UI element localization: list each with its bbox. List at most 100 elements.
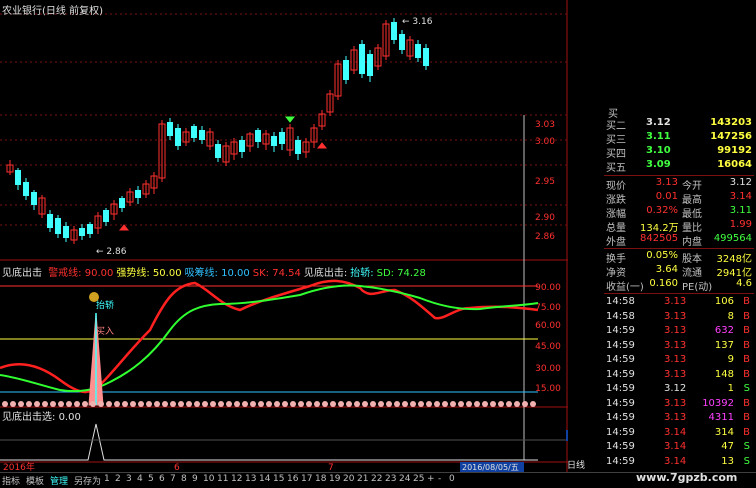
tab-page--[interactable]: - xyxy=(438,474,441,484)
trade-direction: B xyxy=(743,339,750,351)
stat-label: 量比 xyxy=(682,223,702,234)
tab-manage[interactable]: 管理 xyxy=(50,474,68,487)
signal-dot xyxy=(330,401,336,407)
signal-arrow-icon xyxy=(316,142,328,149)
orderbook-price: 3.11 xyxy=(646,131,671,142)
stat-value: 4.6 xyxy=(736,278,752,289)
signal-dot xyxy=(354,401,360,407)
candle-body xyxy=(87,224,93,234)
candle-body xyxy=(79,228,85,236)
stat-value: 842505 xyxy=(640,233,679,244)
watermark: www.7gpzb.com xyxy=(636,471,738,484)
trade-direction: B xyxy=(743,310,750,322)
tab-page-25[interactable]: 25 xyxy=(413,474,424,484)
indicator1-item: SD: 74.28 xyxy=(376,268,426,279)
tab-page-3[interactable]: 3 xyxy=(126,474,132,484)
stat-value: 134.2万 xyxy=(640,223,679,234)
signal-dot xyxy=(410,401,416,407)
tab-page-20[interactable]: 20 xyxy=(343,474,354,484)
tab-page-12[interactable]: 12 xyxy=(231,474,242,484)
chart-area[interactable]: ← 3.16 ← 2.86 3.03 3.00 2.95 2.90 2.86 90.00 75.… xyxy=(0,0,594,473)
indicator1-tick-label: 30.00 xyxy=(535,364,561,374)
trade-volume: 314 xyxy=(714,426,734,438)
tab-page-1[interactable]: 1 xyxy=(104,474,110,484)
stat-value: 0.01 xyxy=(655,191,678,202)
trade-direction: B xyxy=(743,354,750,365)
tab-page-7[interactable]: 7 xyxy=(170,474,176,484)
trade-direction: B xyxy=(743,296,750,307)
signal-dot xyxy=(50,401,56,407)
signal-dot xyxy=(362,401,368,407)
indicator1-item: SK: 74.54 xyxy=(252,268,301,279)
signal-dot xyxy=(378,401,384,407)
tab-page-13[interactable]: 13 xyxy=(245,474,256,484)
candle-body xyxy=(391,22,397,40)
tab-page-5[interactable]: 5 xyxy=(148,474,154,484)
indicator2-name: 见底出击选 xyxy=(2,412,52,423)
tab-page-6[interactable]: 6 xyxy=(159,474,165,484)
tab-page-0[interactable]: 0 xyxy=(449,474,455,484)
signal-dot xyxy=(186,401,192,407)
tab-page-17[interactable]: 17 xyxy=(301,474,312,484)
signal-dot xyxy=(106,401,112,407)
orderbook-label: 买四 xyxy=(606,149,626,160)
tab-page-8[interactable]: 8 xyxy=(181,474,187,484)
tab-page-19[interactable]: 19 xyxy=(329,474,340,484)
signal-dot xyxy=(282,401,288,407)
tab-page-10[interactable]: 10 xyxy=(203,474,214,484)
signal-dot xyxy=(498,401,504,407)
tab-page-16[interactable]: 16 xyxy=(287,474,298,484)
tab-page-+[interactable]: + xyxy=(427,474,435,484)
candle-body xyxy=(175,128,181,146)
indicator1-item: 抬轿: xyxy=(350,268,374,279)
indicator1-name: 见底出击 xyxy=(2,268,42,279)
trade-direction: S xyxy=(743,455,750,467)
trade-volume: 632 xyxy=(714,325,734,336)
tab-page-21[interactable]: 21 xyxy=(357,474,368,484)
tab-page-11[interactable]: 11 xyxy=(217,474,228,484)
orderbook-label: 买三 xyxy=(606,135,626,146)
candle-body xyxy=(399,34,405,50)
kline-chart[interactable]: ← 3.16 ← 2.86 3.03 3.00 2.95 2.90 2.86 90.00 75.… xyxy=(0,0,594,473)
signal-dot xyxy=(226,401,232,407)
signal-dot xyxy=(122,401,128,407)
trade-time: 14:59 xyxy=(606,412,635,423)
signal-dot xyxy=(490,401,496,407)
trade-time: 14:59 xyxy=(606,426,635,438)
signal-dot xyxy=(170,401,176,407)
tab-page-4[interactable]: 4 xyxy=(137,474,143,484)
tab-page-9[interactable]: 9 xyxy=(192,474,198,484)
trade-price: 3.13 xyxy=(664,310,687,322)
tab-page-22[interactable]: 22 xyxy=(371,474,382,484)
signal-dot xyxy=(162,401,168,407)
trade-direction: B xyxy=(743,426,750,438)
tab-page-23[interactable]: 23 xyxy=(385,474,396,484)
mairu-label: 买入 xyxy=(96,326,114,337)
money-bag-icon xyxy=(89,292,99,302)
signal-dot xyxy=(290,401,296,407)
tab-page-15[interactable]: 15 xyxy=(273,474,284,484)
tab-page-2[interactable]: 2 xyxy=(115,474,121,484)
year-label: 2016年 xyxy=(3,461,35,472)
tab-template[interactable]: 模板 xyxy=(26,474,44,487)
orderbook-volume: 143203 xyxy=(710,117,752,128)
trade-time: 14:59 xyxy=(606,383,635,394)
stat-label: 最高 xyxy=(682,195,702,206)
trade-volume: 106 xyxy=(714,296,734,307)
candle-body xyxy=(47,214,53,228)
candle-body xyxy=(191,126,197,138)
indicator1-item: 强势线: 50.00 xyxy=(116,268,182,279)
tab-page-18[interactable]: 18 xyxy=(315,474,326,484)
trade-price: 3.13 xyxy=(664,368,687,380)
stat-label: 收益(一) xyxy=(606,282,644,293)
month-label: 6 xyxy=(174,463,180,472)
stat-label: 涨幅 xyxy=(606,209,626,220)
stat-value: 3.13 xyxy=(655,177,678,188)
tab-page-24[interactable]: 24 xyxy=(399,474,410,484)
tab-saveas[interactable]: 另存为 xyxy=(74,474,101,487)
tab-page-14[interactable]: 14 xyxy=(259,474,270,484)
orderbook-volume: 99192 xyxy=(717,145,752,156)
tab-indicator[interactable]: 指标 xyxy=(2,474,20,487)
indicator1-tick-label: 90.00 xyxy=(535,283,561,293)
trade-price: 3.13 xyxy=(664,354,687,365)
